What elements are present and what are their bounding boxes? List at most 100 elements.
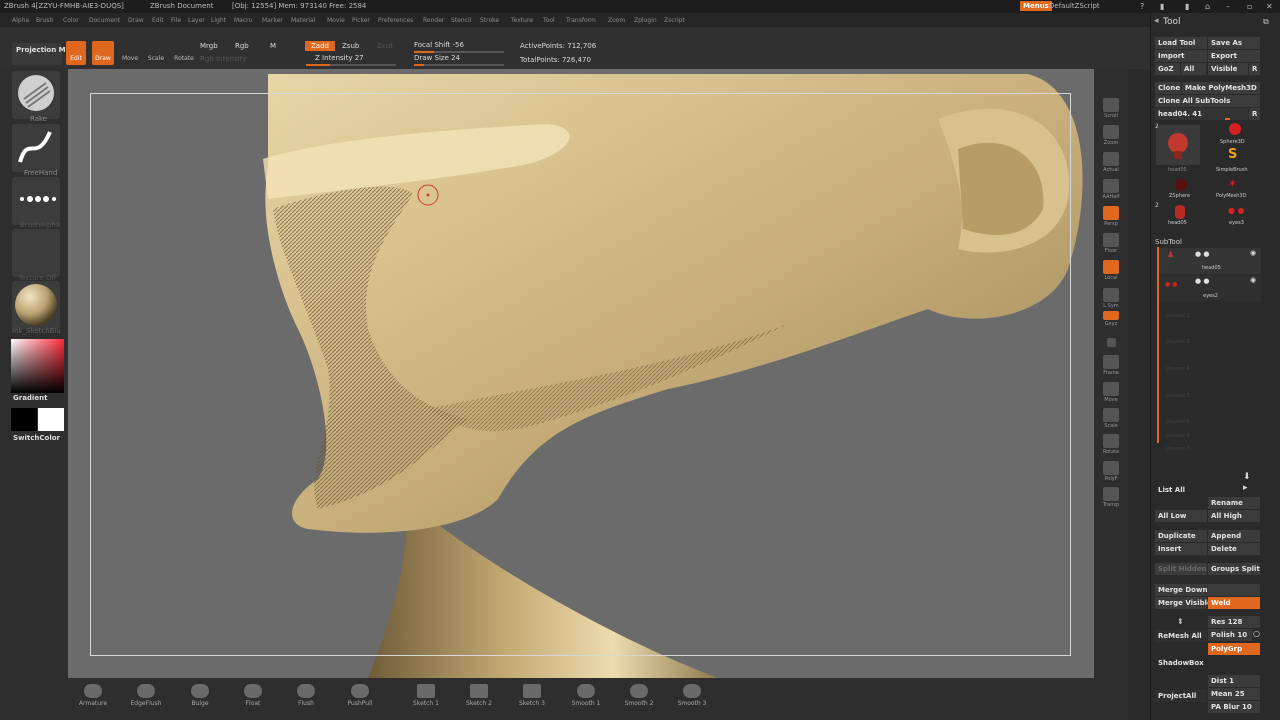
actual-button[interactable]: Actual — [1100, 152, 1122, 173]
groups-split-button[interactable]: Groups Split — [1208, 563, 1260, 575]
menu-light[interactable]: Light — [211, 17, 226, 24]
subtool-list-scrollbar[interactable] — [1157, 247, 1159, 443]
menu-picker[interactable]: Picker — [352, 17, 370, 24]
snap-button[interactable] — [1100, 338, 1122, 348]
layout-icon[interactable]: ▮ — [1160, 2, 1164, 11]
polyf-button[interactable]: PolyF — [1100, 461, 1122, 482]
insert-button[interactable]: Insert — [1155, 543, 1207, 555]
brush-sketch3[interactable]: Sketch 3 — [512, 684, 552, 707]
texture-picker[interactable] — [12, 229, 60, 277]
zsub-button[interactable]: Zsub — [342, 42, 359, 50]
tray-divider[interactable] — [1128, 69, 1150, 720]
brush-sketch2[interactable]: Sketch 2 — [459, 684, 499, 707]
menu-alpha[interactable]: Alpha — [12, 17, 29, 24]
all-low-button[interactable]: All Low — [1155, 510, 1207, 522]
lock-icon[interactable]: ⌂ — [1205, 2, 1210, 11]
menu-preferences[interactable]: Preferences — [378, 17, 413, 24]
menu-layer[interactable]: Layer — [188, 17, 205, 24]
append-button[interactable]: Append — [1208, 530, 1260, 542]
subtool-row-head05[interactable]: ♟ ● ● ◉ head05 — [1157, 248, 1261, 274]
tool-thumb-head05[interactable] — [1156, 125, 1200, 165]
shadowbox-button[interactable]: ShadowBox — [1155, 657, 1260, 669]
menus-button[interactable]: Menus — [1020, 1, 1052, 11]
color-picker[interactable] — [11, 339, 64, 393]
goz-button[interactable]: GoZ — [1155, 63, 1180, 75]
list-all-button[interactable]: List All — [1155, 484, 1207, 496]
scroll-button[interactable]: Scroll — [1100, 98, 1122, 119]
secondary-color-swatch[interactable] — [11, 408, 37, 431]
default-script-button[interactable]: DefaultZScript — [1049, 2, 1100, 10]
menu-file[interactable]: File — [171, 17, 181, 24]
export-button[interactable]: Export — [1208, 50, 1260, 62]
make-polymesh-button[interactable]: Make PolyMesh3D — [1182, 82, 1260, 94]
menu-transform[interactable]: Transform — [566, 17, 596, 24]
menu-zoom[interactable]: Zoom — [608, 17, 625, 24]
brush-flush[interactable]: Flush — [286, 684, 326, 707]
subtool2-visibility-icon[interactable]: ● ● — [1195, 277, 1209, 285]
gxyz-button[interactable]: Gxyz — [1100, 311, 1122, 327]
main-color-swatch[interactable] — [38, 408, 64, 431]
sphere3d-icon[interactable] — [1229, 123, 1241, 135]
goz-all-button[interactable]: All — [1181, 63, 1206, 75]
zsphere-icon[interactable] — [1175, 179, 1187, 191]
subtool-visibility-icon[interactable]: ● ● — [1195, 250, 1209, 258]
canvas-viewport[interactable] — [68, 69, 1094, 678]
aahalf-button[interactable]: AAHalf — [1100, 179, 1122, 200]
collapse-arrow-icon[interactable]: ◂ — [1154, 16, 1159, 26]
rotate-view-button[interactable]: Rotate — [1100, 434, 1122, 455]
switch-color-button[interactable]: SwitchColor — [13, 434, 60, 442]
stroke-picker[interactable] — [12, 124, 60, 172]
draw-size-slider[interactable]: Draw Size 24 — [414, 54, 460, 62]
focal-shift-slider[interactable]: Focal Shift -56 — [414, 41, 464, 49]
move-view-button[interactable]: Move — [1100, 382, 1122, 403]
menu-zplugin[interactable]: Zplugin — [634, 17, 657, 24]
polygrp-toggle[interactable]: PolyGrp — [1208, 643, 1260, 655]
projection-master-button[interactable]: Projection Master — [12, 43, 86, 65]
frame-button[interactable]: Frame — [1100, 355, 1122, 376]
scale-button[interactable]: Scale — [145, 41, 167, 65]
minimize-icon[interactable]: – — [1226, 2, 1230, 11]
split-hidden-button[interactable]: Split Hidden — [1155, 563, 1207, 575]
polymesh3d-icon[interactable]: ✶ — [1228, 177, 1237, 190]
zadd-button[interactable]: Zadd — [305, 41, 335, 51]
clone-button[interactable]: Clone — [1155, 82, 1181, 94]
brush-sketch1[interactable]: Sketch 1 — [406, 684, 446, 707]
menu-texture[interactable]: Texture — [511, 17, 533, 24]
menu-stroke[interactable]: Stroke — [480, 17, 499, 24]
brush-picker[interactable] — [12, 71, 60, 119]
merge-down-button[interactable]: Merge Down — [1155, 584, 1260, 596]
menu-document[interactable]: Document — [89, 17, 120, 24]
import-button[interactable]: Import — [1155, 50, 1207, 62]
polish-toggle-icon[interactable]: ○ — [1253, 629, 1260, 638]
help-icon[interactable]: ? — [1140, 2, 1144, 11]
menu-tool[interactable]: Tool — [543, 17, 555, 24]
delete-button[interactable]: Delete — [1208, 543, 1260, 555]
menu-material[interactable]: Material — [291, 17, 315, 24]
mean-slider[interactable]: Mean 25 — [1208, 688, 1260, 700]
brush-edgeflush[interactable]: EdgeFlush — [126, 684, 166, 707]
m-button[interactable]: M — [270, 42, 276, 50]
brush-pushpull[interactable]: PushPull — [340, 684, 380, 707]
eyes3-icon[interactable]: ● ● — [1228, 206, 1245, 215]
restore-icon[interactable]: ▫ — [1247, 2, 1252, 11]
draw-button[interactable]: Draw — [92, 41, 114, 65]
menu-edit[interactable]: Edit — [152, 17, 164, 24]
brush-bulge[interactable]: Bulge — [180, 684, 220, 707]
close-icon[interactable]: ✕ — [1266, 2, 1273, 11]
save-as-button[interactable]: Save As — [1208, 37, 1260, 49]
polish-slider[interactable]: Polish 10 — [1208, 629, 1252, 641]
menu-color[interactable]: Color — [63, 17, 79, 24]
menu-stencil[interactable]: Stencil — [451, 17, 471, 24]
weld-toggle[interactable]: Weld — [1208, 597, 1260, 609]
lsym-button[interactable]: L.Sym — [1100, 288, 1122, 309]
current-tool-r-button[interactable]: R — [1249, 108, 1260, 120]
rotate-button[interactable]: Rotate — [172, 41, 196, 65]
gradient-label[interactable]: Gradient — [13, 394, 47, 402]
rgb-button[interactable]: Rgb — [235, 42, 249, 50]
edit-button[interactable]: Edit — [66, 41, 86, 65]
mrgb-button[interactable]: Mrgb — [200, 42, 218, 50]
goz-r-button[interactable]: R — [1249, 63, 1260, 75]
zcut-button[interactable]: Zcut — [377, 42, 393, 50]
alpha-picker[interactable] — [12, 177, 60, 225]
remesh-all-button[interactable]: ReMesh All — [1155, 630, 1207, 642]
